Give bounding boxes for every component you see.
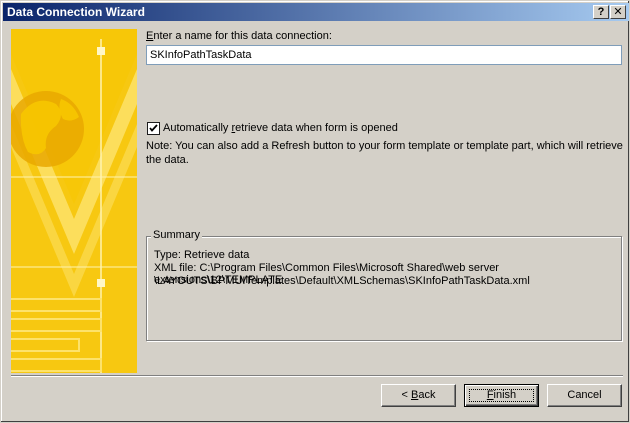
refresh-note-line-1: Note: You can also add a Refresh button …: [146, 140, 623, 152]
help-button[interactable]: ?: [593, 5, 609, 19]
globe-chevron-artwork-icon: [11, 29, 137, 373]
refresh-note-line-2: the data.: [146, 154, 189, 166]
checkmark-icon: [149, 124, 158, 132]
summary-legend: Summary: [151, 229, 203, 241]
help-icon: ?: [597, 6, 605, 18]
connection-name-input[interactable]: SKInfoPathTaskData: [146, 45, 622, 65]
wizard-window: Data Connection Wizard ? ✕ Enter a name …: [0, 0, 630, 423]
auto-retrieve-checkbox[interactable]: [147, 122, 160, 135]
cancel-button[interactable]: Cancel: [547, 384, 622, 407]
summary-type: Type: Retrieve data: [154, 249, 250, 261]
connection-name-label: Enter a name for this data connection:: [146, 30, 332, 42]
focus-indicator: [469, 389, 534, 402]
title-bar[interactable]: Data Connection Wizard ? ✕: [3, 3, 629, 21]
finish-button[interactable]: Finish: [464, 384, 539, 407]
close-icon: ✕: [613, 6, 623, 18]
back-button[interactable]: < Back: [381, 384, 456, 407]
close-button[interactable]: ✕: [610, 5, 626, 19]
footer-divider: [11, 375, 623, 377]
window-title: Data Connection Wizard: [7, 5, 145, 19]
wizard-side-illustration: [11, 29, 137, 373]
summary-xml-file-line-2: \LAYOUTS\BPMUITemplates\Default\XMLSchem…: [154, 275, 530, 287]
auto-retrieve-label[interactable]: Automatically retrieve data when form is…: [163, 122, 398, 134]
